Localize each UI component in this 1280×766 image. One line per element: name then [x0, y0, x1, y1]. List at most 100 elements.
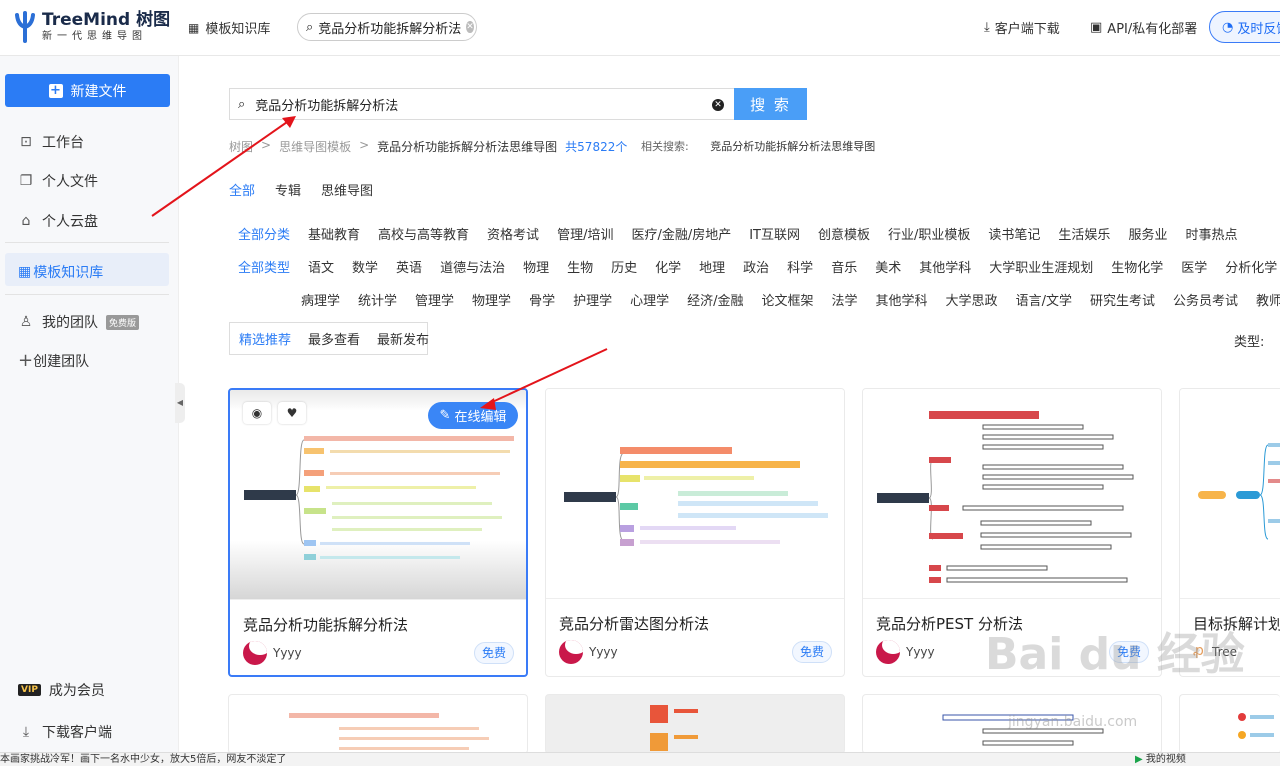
type-item[interactable]: 护理学: [573, 290, 612, 309]
type-item[interactable]: 大学思政: [946, 290, 998, 309]
sidebar-item-vip[interactable]: VIP 成为会员: [18, 680, 105, 700]
type-item[interactable]: 医学: [1181, 257, 1207, 276]
sidebar-item-create-team[interactable]: + 创建团队: [18, 351, 89, 371]
type-item[interactable]: 统计学: [358, 290, 397, 309]
download-icon: ⤓: [22, 724, 30, 740]
type-item[interactable]: 骨学: [529, 290, 555, 309]
tab-all[interactable]: 全部: [229, 180, 255, 199]
sidebar-item-workspace[interactable]: ⊡ 工作台: [18, 132, 84, 152]
logo[interactable]: TreeMind 树图 新一代思维导图: [14, 10, 170, 44]
sidebar-item-library[interactable]: ▦ 模板知识库: [18, 262, 103, 282]
share-button[interactable]: ◉: [243, 402, 271, 424]
template-card[interactable]: 竞品分析雷达图分析法 Yyyy 免费: [545, 388, 845, 677]
sidebar-item-download[interactable]: ⤓ 下载客户端: [18, 722, 112, 742]
card-title[interactable]: 竞品分析雷达图分析法: [559, 613, 709, 634]
type-item[interactable]: 语文: [308, 257, 334, 276]
sidebar-item-my-team[interactable]: ♙ 我的团队 免费版: [18, 312, 140, 332]
category-item[interactable]: 管理/培训: [557, 224, 613, 243]
type-item[interactable]: 英语: [396, 257, 422, 276]
type-item[interactable]: 分析化学: [1225, 257, 1277, 276]
type-item[interactable]: 语言/文学: [1016, 290, 1072, 309]
type-item[interactable]: 心理学: [630, 290, 669, 309]
type-item[interactable]: 管理学: [415, 290, 454, 309]
type-item[interactable]: 道德与法治: [440, 257, 505, 276]
template-card-row2[interactable]: [545, 694, 845, 754]
sort-featured[interactable]: 精选推荐: [239, 329, 291, 348]
search-button[interactable]: 搜 索: [734, 88, 807, 120]
category-item[interactable]: 读书笔记: [988, 224, 1040, 243]
type-item[interactable]: 论文框架: [762, 290, 814, 309]
clear-icon[interactable]: ✕: [466, 21, 474, 33]
tab-album[interactable]: 专辑: [275, 180, 301, 199]
category-item[interactable]: 行业/职业模板: [888, 224, 970, 243]
type-item[interactable]: 物理: [523, 257, 549, 276]
main-search-input[interactable]: ⌕ 竞品分析功能拆解分析法 ✕: [229, 88, 734, 120]
card-title[interactable]: 竞品分析功能拆解分析法: [243, 614, 408, 635]
template-card[interactable]: ◉ ♥ ✎ 在线编辑 竞品分析功能拆解分析法 Yyyy 免费: [228, 388, 528, 677]
type-item[interactable]: 物理学: [472, 290, 511, 309]
type-item[interactable]: 法学: [832, 290, 858, 309]
breadcrumb-templates[interactable]: 思维导图模板: [279, 138, 351, 155]
type-item[interactable]: 政治: [743, 257, 769, 276]
type-item[interactable]: 数学: [352, 257, 378, 276]
type-item[interactable]: 化学: [655, 257, 681, 276]
related-link[interactable]: 竞品分析功能拆解分析法思维导图: [710, 140, 875, 153]
type-item[interactable]: 生物化学: [1111, 257, 1163, 276]
category-item[interactable]: 服务业: [1128, 224, 1167, 243]
type-item[interactable]: 大学职业生涯规划: [989, 257, 1093, 276]
file-icon: ❐: [19, 173, 33, 189]
type-item[interactable]: 病理学: [301, 290, 340, 309]
type-item[interactable]: 研究生考试: [1090, 290, 1155, 309]
top-search-input[interactable]: ⌕ 竞品分析功能拆解分析法 ✕: [297, 13, 477, 41]
api-link[interactable]: ▣ API/私有化部署: [1090, 18, 1197, 37]
type-item[interactable]: 美术: [875, 257, 901, 276]
sort-most-viewed[interactable]: 最多查看: [308, 329, 360, 348]
category-item[interactable]: 高校与高等教育: [378, 224, 469, 243]
type-item[interactable]: 地理: [699, 257, 725, 276]
favorite-button[interactable]: ♥: [278, 402, 306, 424]
sidebar-collapse-handle[interactable]: ◀: [175, 383, 185, 423]
type-item[interactable]: 历史: [611, 257, 637, 276]
card-author[interactable]: Yyyy: [273, 646, 302, 660]
plus-icon: +: [48, 82, 63, 98]
type-item[interactable]: 教师资格: [1256, 290, 1280, 309]
type-item[interactable]: 音乐: [831, 257, 857, 276]
cloud-drive-icon: ⌂: [21, 213, 31, 229]
content-tabs: 全部 专辑 思维导图: [229, 180, 373, 199]
category-item[interactable]: 医疗/金融/房地产: [631, 224, 731, 243]
nav-library-link[interactable]: ▦ 模板知识库: [188, 18, 270, 38]
sidebar-item-label: 创建团队: [33, 354, 90, 370]
my-videos-link[interactable]: ▶ 我的视频: [1135, 753, 1186, 766]
sidebar-item-personal-files[interactable]: ❐ 个人文件: [18, 171, 98, 191]
client-download-link[interactable]: ⤓ 客户端下载: [984, 18, 1060, 37]
new-file-button[interactable]: + 新建文件: [5, 74, 170, 107]
client-download-label: 客户端下载: [994, 22, 1060, 37]
tab-mindmap[interactable]: 思维导图: [321, 180, 373, 199]
category-item[interactable]: 基础教育: [308, 224, 360, 243]
type-item[interactable]: 其他学科: [876, 290, 928, 309]
feedback-button[interactable]: ◔ 及时反馈: [1209, 11, 1280, 43]
type-item[interactable]: 科学: [787, 257, 813, 276]
category-item[interactable]: 资格考试: [487, 224, 539, 243]
category-item[interactable]: 创意模板: [818, 224, 870, 243]
category-item[interactable]: IT互联网: [749, 224, 800, 243]
template-card-row2[interactable]: [228, 694, 528, 754]
type-label-all[interactable]: 全部类型: [238, 257, 290, 276]
clear-icon[interactable]: ✕: [712, 99, 724, 111]
category-label-all[interactable]: 全部分类: [238, 224, 290, 243]
sort-newest[interactable]: 最新发布: [377, 329, 429, 348]
online-edit-button[interactable]: ✎ 在线编辑: [428, 402, 518, 429]
category-item[interactable]: 时事热点: [1185, 224, 1237, 243]
sidebar-item-cloud[interactable]: ⌂ 个人云盘: [18, 211, 98, 231]
breadcrumb-root[interactable]: 树图: [229, 138, 253, 155]
card-author[interactable]: Yyyy: [906, 645, 935, 659]
type-item[interactable]: 生物: [567, 257, 593, 276]
news-ticker[interactable]: 本画家挑战冷军！画下一名水中少女，放大5倍后，网友不淡定了: [0, 753, 286, 766]
type-item[interactable]: 其他学科: [919, 257, 971, 276]
avatar: [876, 640, 900, 664]
type-item[interactable]: 公务员考试: [1173, 290, 1238, 309]
template-card-row2[interactable]: [1179, 694, 1280, 754]
category-item[interactable]: 生活娱乐: [1058, 224, 1110, 243]
type-item[interactable]: 经济/金融: [687, 290, 743, 309]
card-author[interactable]: Yyyy: [589, 645, 618, 659]
